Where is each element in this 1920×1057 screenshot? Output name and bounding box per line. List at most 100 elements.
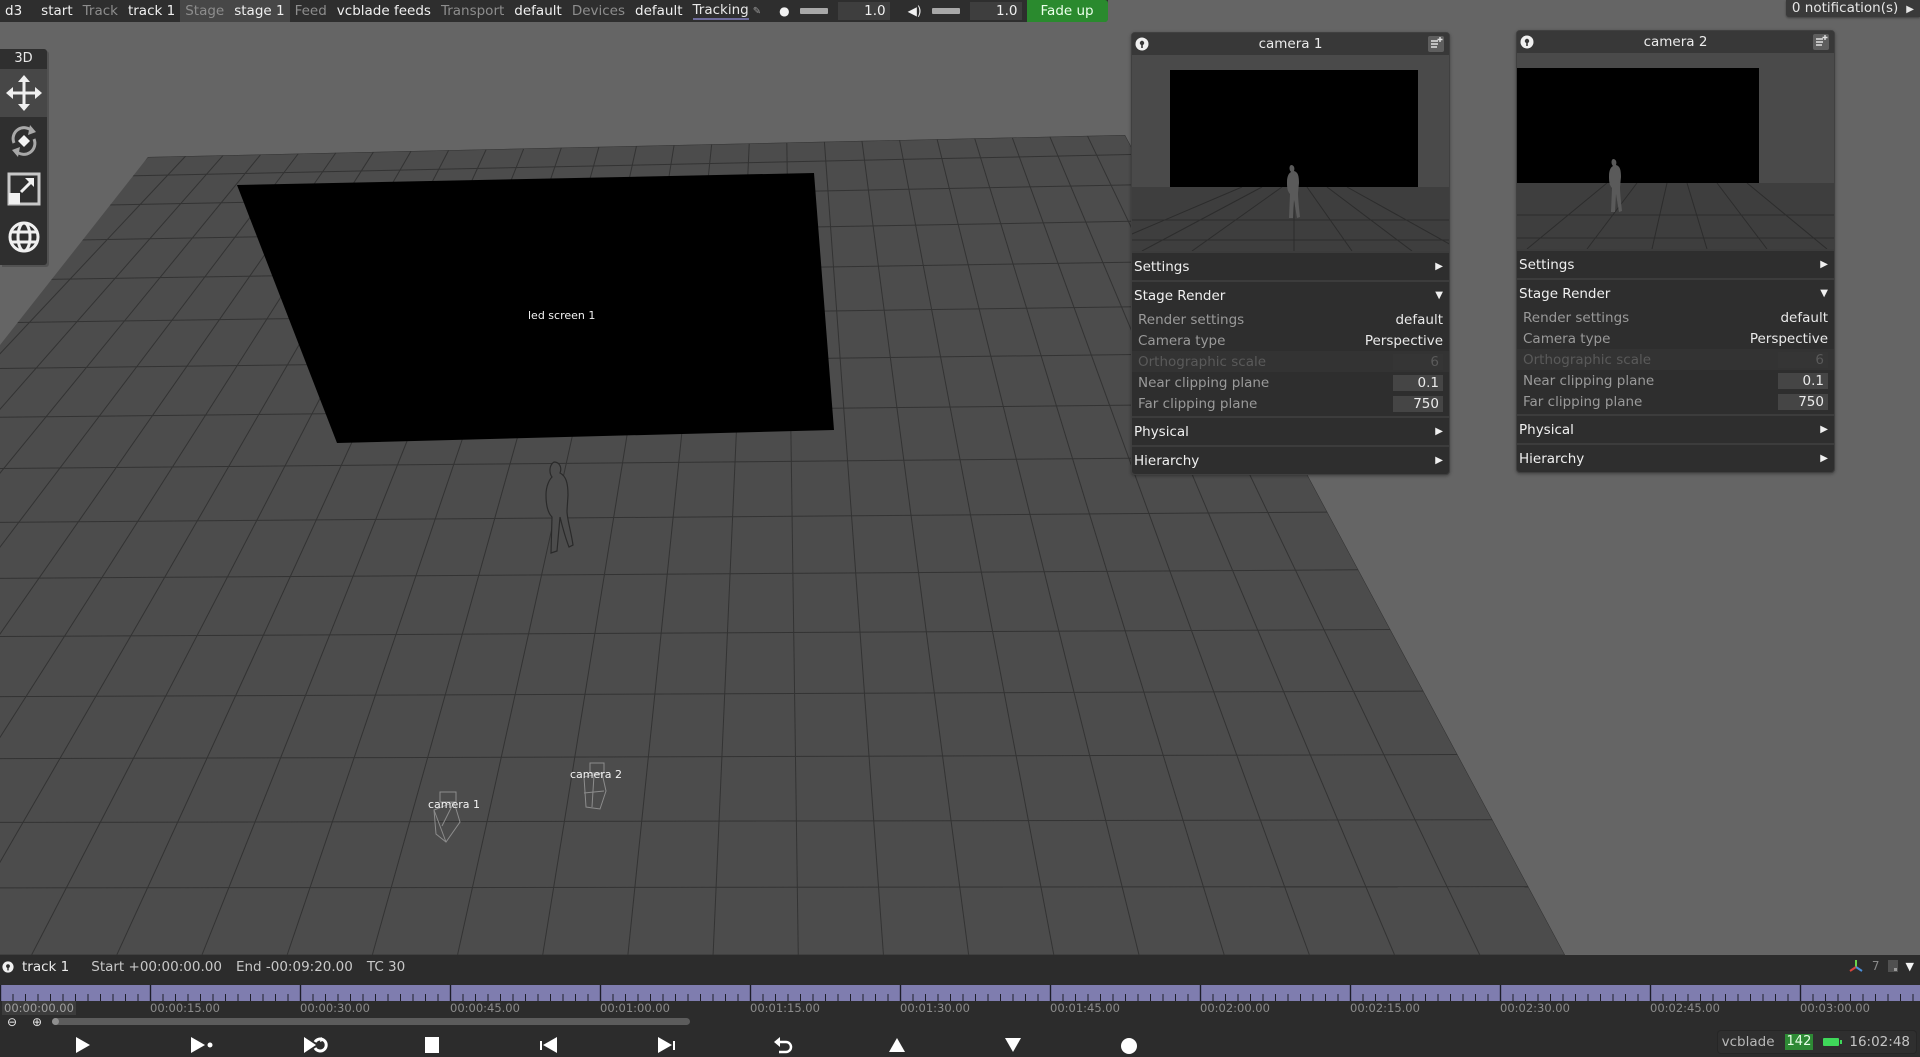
expand-arrow-icon: ▶: [1820, 424, 1828, 435]
tick-label: 00:02:45.00: [1650, 1001, 1720, 1015]
previous-section-button[interactable]: [535, 1033, 563, 1057]
fade-up-button[interactable]: Fade up: [1026, 0, 1108, 22]
physical-header[interactable]: Physical ▶: [1132, 418, 1449, 445]
track-name[interactable]: track 1: [22, 959, 69, 975]
settings-header[interactable]: Settings ▶: [1517, 251, 1834, 278]
move-tool-button[interactable]: [0, 69, 47, 117]
feed-selector[interactable]: Feed vcblade feeds: [290, 0, 436, 22]
track-selector[interactable]: Track track 1: [78, 0, 181, 22]
next-section-button[interactable]: [652, 1033, 680, 1057]
hierarchy-header[interactable]: Hierarchy ▶: [1132, 447, 1449, 474]
led-screen-1[interactable]: [237, 173, 834, 443]
brightness-slider[interactable]: [799, 8, 828, 14]
machine-name: vcblade: [1721, 1034, 1775, 1050]
timeline-zoom-row: ⊖ ⊕: [0, 1015, 1920, 1029]
physical-header[interactable]: Physical ▶: [1517, 416, 1834, 443]
layer-view-icon[interactable]: [1887, 960, 1898, 972]
property-value[interactable]: default: [1780, 310, 1828, 326]
global-tool-button[interactable]: [0, 213, 47, 261]
pin-icon[interactable]: [1135, 37, 1149, 51]
tracking-menu[interactable]: Tracking ✎: [688, 0, 767, 22]
panel-header[interactable]: camera 2: [1517, 31, 1834, 53]
devices-selector[interactable]: Devices default: [567, 0, 688, 22]
property-input[interactable]: 0.1: [1778, 372, 1828, 389]
expand-arrow-icon: ▶: [1906, 4, 1914, 15]
timeline-scrollbar[interactable]: [52, 1018, 690, 1025]
panel-header[interactable]: camera 1: [1132, 33, 1449, 55]
stage-render-header[interactable]: Stage Render ▼: [1517, 280, 1834, 307]
hierarchy-header[interactable]: Hierarchy ▶: [1517, 445, 1834, 472]
record-icon: [1121, 1038, 1137, 1054]
property-label: Near clipping plane: [1523, 372, 1655, 389]
render-settings-row[interactable]: Render settings default: [1517, 307, 1834, 328]
loop-section-button[interactable]: [302, 1033, 330, 1057]
zoom-in-icon[interactable]: ⊕: [32, 1015, 42, 1029]
property-label: Render settings: [1523, 309, 1630, 326]
start-menu[interactable]: start: [27, 0, 77, 22]
current-time: 00:00:00.00: [2, 1001, 76, 1015]
stage-value: stage 1: [234, 3, 285, 19]
tick-label: 00:00:30.00: [300, 1001, 370, 1015]
scale-tool-button[interactable]: [0, 165, 47, 213]
rotate-tool-button[interactable]: [0, 117, 47, 165]
fps-counter: 142: [1784, 1034, 1814, 1050]
stage-render-header[interactable]: Stage Render ▼: [1132, 282, 1449, 309]
volume-value[interactable]: 1.0: [969, 2, 1022, 20]
camera-2-preview[interactable]: [1517, 53, 1834, 249]
scrollbar-thumb[interactable]: [52, 1018, 59, 1025]
far-clipping-row: Far clipping plane 750: [1132, 393, 1449, 414]
speaker-icon: ◀): [907, 4, 922, 18]
stage-selector[interactable]: Stage stage 1: [180, 0, 290, 22]
timeline-ruler[interactable]: [0, 985, 1920, 1001]
expand-arrow-icon: ▶: [1820, 259, 1828, 270]
panel-menu-icon[interactable]: [1428, 36, 1444, 52]
play-section-button[interactable]: [188, 1033, 216, 1057]
tick-label: 00:01:00.00: [600, 1001, 670, 1015]
return-button[interactable]: [769, 1033, 797, 1057]
stop-button[interactable]: [418, 1033, 446, 1057]
app-menu[interactable]: d3: [0, 0, 27, 22]
palette-title: 3D: [14, 51, 33, 66]
camera-type-row[interactable]: Camera type Perspective: [1132, 330, 1449, 351]
brightness-value[interactable]: 1.0: [837, 2, 890, 20]
panel-menu-icon[interactable]: [1813, 34, 1829, 50]
camera-type-row[interactable]: Camera type Perspective: [1517, 328, 1834, 349]
previous-track-button[interactable]: [883, 1033, 911, 1057]
record-button[interactable]: [1115, 1033, 1143, 1057]
zoom-out-icon[interactable]: ⊖: [7, 1015, 17, 1029]
property-input[interactable]: 0.1: [1393, 374, 1443, 391]
tick-label: 00:01:45.00: [1050, 1001, 1120, 1015]
camera-1-preview[interactable]: [1132, 55, 1449, 251]
volume-control: ◀) 1.0: [895, 0, 1027, 22]
property-input: 6: [1393, 353, 1443, 370]
render-settings-row[interactable]: Render settings default: [1132, 309, 1449, 330]
play-icon: [76, 1037, 90, 1053]
pin-icon[interactable]: [1520, 35, 1534, 49]
property-value[interactable]: Perspective: [1365, 333, 1443, 349]
section-title: Physical: [1519, 421, 1574, 438]
track-value: track 1: [127, 3, 176, 19]
stage-render-section: Stage Render ▼ Render settings default Cam…: [1132, 280, 1449, 416]
start-label: start: [41, 3, 73, 19]
transport-selector[interactable]: Transport default: [436, 0, 567, 22]
notifications-button[interactable]: 0 notification(s) ▶: [1785, 0, 1920, 17]
dropdown-arrow-icon[interactable]: ▼: [1906, 960, 1914, 973]
volume-slider[interactable]: [931, 8, 960, 14]
settings-header[interactable]: Settings ▶: [1132, 253, 1449, 280]
property-input[interactable]: 750: [1778, 393, 1828, 410]
property-input[interactable]: 750: [1393, 395, 1443, 412]
app-name: d3: [5, 3, 23, 19]
devices-label: Devices: [571, 3, 626, 19]
play-button[interactable]: [69, 1033, 97, 1057]
orthographic-scale-row: Orthographic scale 6: [1132, 351, 1449, 372]
property-value[interactable]: Perspective: [1750, 331, 1828, 347]
next-track-button[interactable]: [999, 1033, 1027, 1057]
tick-label: 00:02:30.00: [1500, 1001, 1570, 1015]
ruler-ticks: [0, 985, 1914, 1001]
pin-icon[interactable]: [2, 961, 14, 973]
property-value[interactable]: default: [1395, 312, 1443, 328]
battery-icon: [1823, 1038, 1843, 1046]
loop-icon: [304, 1037, 328, 1053]
axis-gizmo-icon[interactable]: [1848, 959, 1864, 973]
globe-icon: [8, 221, 39, 253]
